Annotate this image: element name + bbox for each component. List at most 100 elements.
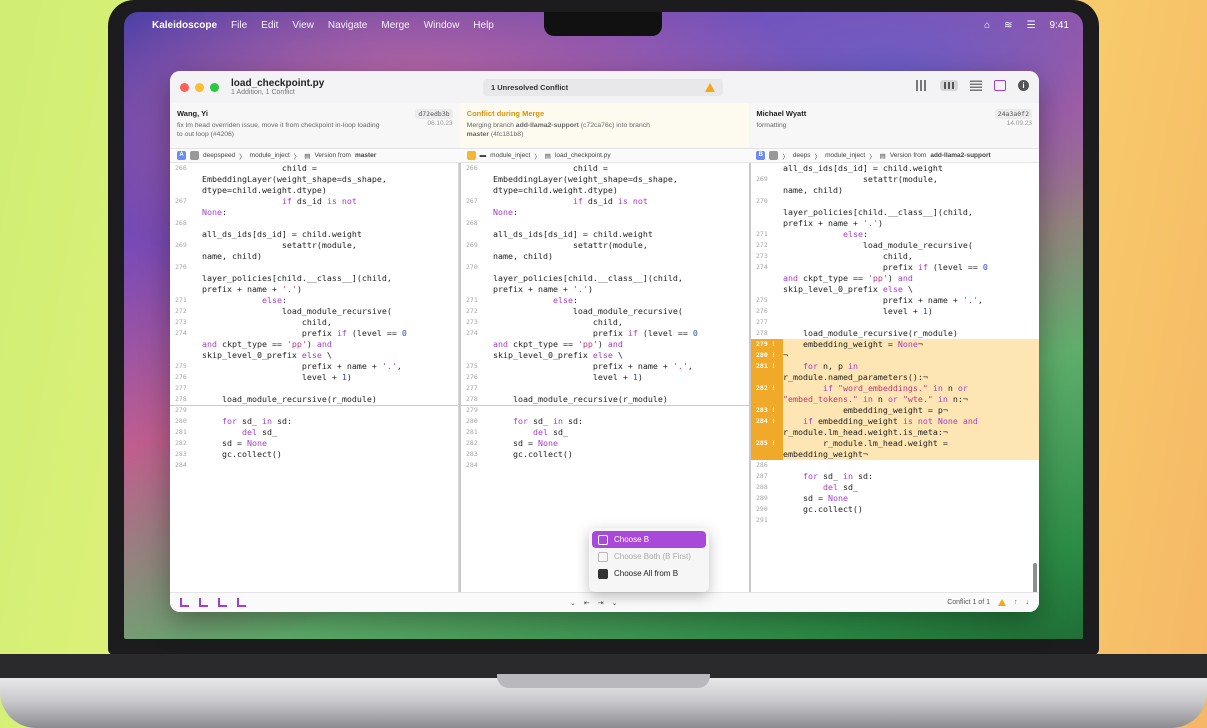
code-line[interactable]: prefix + name + '.') (751, 218, 1039, 229)
menu-merge[interactable]: Merge (381, 20, 409, 31)
code-line[interactable]: 283 ! embedding_weight = p¬ (751, 405, 1039, 416)
code-line[interactable]: 271 else: (461, 295, 749, 306)
cloud-status-icon[interactable]: ⌂ (984, 20, 990, 31)
previous-conflict-icon[interactable]: ↑ (1014, 599, 1018, 606)
code-line[interactable]: 282 ! if "word_embeddings." in n or (751, 383, 1039, 394)
code-line[interactable]: EmbeddingLayer(weight_shape=ds_shape, (461, 174, 749, 185)
code-line[interactable]: embedding_weight¬ (751, 449, 1039, 460)
choose-menu-chevron-icon[interactable]: ⌄ (612, 599, 618, 607)
close-button[interactable] (180, 82, 189, 92)
code-line[interactable]: "embed_tokens." in n or "wte." in n:¬ (751, 394, 1039, 405)
choose-both-item[interactable]: Choose Both (B First) (592, 548, 706, 565)
code-line[interactable]: 290 gc.collect() (751, 504, 1039, 515)
code-line[interactable]: 267 if ds_id is not (461, 196, 749, 207)
code-line[interactable]: 276 level + 1) (170, 372, 458, 383)
code-line[interactable]: name, child) (461, 251, 749, 262)
code-line[interactable]: 272 load_module_recursive( (170, 306, 458, 317)
code-line[interactable]: all_ds_ids[ds_id] = child.weight (751, 163, 1039, 174)
menu-window[interactable]: Window (424, 20, 460, 31)
code-line[interactable]: all_ds_ids[ds_id] = child.weight (170, 229, 458, 240)
code-line[interactable]: 284 (461, 460, 749, 471)
code-line[interactable]: 274 prefix if (level == 0 (170, 328, 458, 339)
left-code-pane[interactable]: 266 child = EmbeddingLayer(weight_shape=d… (170, 163, 459, 593)
code-line[interactable]: 279 (170, 405, 458, 416)
code-line[interactable]: 281 del sd_ (461, 427, 749, 438)
list-icon[interactable] (218, 598, 227, 607)
minimize-button[interactable] (195, 82, 204, 92)
choose-all-b-item[interactable]: Choose All from B (592, 565, 706, 582)
code-line[interactable]: 268 (461, 218, 749, 229)
filter-icon[interactable] (237, 598, 246, 607)
code-line[interactable]: 279 (461, 405, 749, 416)
wifi-icon[interactable]: ≋ (1004, 20, 1012, 31)
choose-b-icon[interactable]: ⇥ (598, 599, 604, 607)
code-line[interactable]: all_ds_ids[ds_id] = child.weight (461, 229, 749, 240)
code-line[interactable]: 285 ! r_module.lm_head.weight = (751, 438, 1039, 449)
left-hash[interactable]: d72edb3b (415, 109, 453, 119)
choose-b-item[interactable]: Choose B (592, 531, 706, 548)
right-code-pane[interactable]: all_ds_ids[ds_id] = child.weight 269 seta… (751, 163, 1039, 593)
code-line[interactable]: 277 (170, 383, 458, 394)
code-line[interactable]: prefix + name + '.') (461, 284, 749, 295)
code-line[interactable]: prefix + name + '.') (170, 284, 458, 295)
choose-a-icon[interactable]: ⇤ (584, 599, 590, 607)
code-line[interactable]: 283 gc.collect() (461, 449, 749, 460)
whitespace-icon[interactable] (199, 598, 208, 607)
code-line[interactable]: 284 (170, 460, 458, 471)
code-line[interactable]: r_module.named_parameters():¬ (751, 372, 1039, 383)
code-line[interactable]: 280 for sd_ in sd: (461, 416, 749, 427)
code-line[interactable]: 277 (751, 317, 1039, 328)
code-line[interactable]: 282 sd = None (461, 438, 749, 449)
code-line[interactable]: 287 for sd_ in sd: (751, 471, 1039, 482)
code-line[interactable]: 275 prefix + name + '.', (461, 361, 749, 372)
menu-file[interactable]: File (231, 20, 247, 31)
code-line[interactable]: 283 gc.collect() (170, 449, 458, 460)
code-line[interactable]: layer_policies[child.__class__](child, (170, 273, 458, 284)
code-line[interactable]: 284 ! if embedding_weight is not None an… (751, 416, 1039, 427)
menu-navigate[interactable]: Navigate (328, 20, 367, 31)
code-line[interactable]: 282 sd = None (170, 438, 458, 449)
menu-app-name[interactable]: Kaleidoscope (152, 20, 217, 31)
code-line[interactable]: 280 ! ¬ (751, 350, 1039, 361)
code-line[interactable]: None: (461, 207, 749, 218)
chevron-down-icon[interactable]: ⌄ (570, 599, 576, 607)
code-line[interactable]: name, child) (751, 185, 1039, 196)
code-line[interactable]: skip_level_0_prefix else \ (461, 350, 749, 361)
code-line[interactable]: 273 child, (751, 251, 1039, 262)
code-line[interactable]: 278 load_module_recursive(r_module) (751, 328, 1039, 339)
code-line[interactable]: 276 level + 1) (461, 372, 749, 383)
code-line[interactable]: 266 child = (461, 163, 749, 174)
code-line[interactable]: 291 (751, 515, 1039, 526)
code-line[interactable]: 276 level + 1) (751, 306, 1039, 317)
three-way-view-icon[interactable] (940, 80, 958, 91)
info-icon[interactable]: i (1018, 80, 1029, 91)
code-line[interactable]: 267 if ds_id is not (170, 196, 458, 207)
code-line[interactable]: and ckpt_type == 'pp') and (170, 339, 458, 350)
code-line[interactable]: 273 child, (461, 317, 749, 328)
zoom-button[interactable] (210, 82, 219, 92)
code-line[interactable]: 275 prefix + name + '.', (751, 295, 1039, 306)
code-line[interactable]: 271 else: (170, 295, 458, 306)
code-line[interactable]: 289 sd = None (751, 493, 1039, 504)
code-line[interactable]: 272 load_module_recursive( (461, 306, 749, 317)
code-line[interactable]: 288 del sd_ (751, 482, 1039, 493)
code-line[interactable]: name, child) (170, 251, 458, 262)
code-line[interactable]: dtype=child.weight.dtype) (170, 185, 458, 196)
code-line[interactable]: 268 (170, 218, 458, 229)
code-line[interactable]: 277 (461, 383, 749, 394)
code-line[interactable]: 270 (751, 196, 1039, 207)
code-line[interactable]: EmbeddingLayer(weight_shape=ds_shape, (170, 174, 458, 185)
code-line[interactable]: 280 for sd_ in sd: (170, 416, 458, 427)
middle-path[interactable]: ▬ module_inject 〉 ▤ load_checkpoint.py (460, 149, 750, 162)
left-path[interactable]: A deepspeed 〉 module_inject 〉 ▤ Version fro… (170, 149, 460, 162)
code-line[interactable]: 278 load_module_recursive(r_module) (461, 394, 749, 405)
code-line[interactable]: 281 ! for n, p in (751, 361, 1039, 372)
code-line[interactable]: 281 del sd_ (170, 427, 458, 438)
code-line[interactable]: 269 setattr(module, (170, 240, 458, 251)
code-line[interactable]: None: (170, 207, 458, 218)
code-line[interactable]: layer_policies[child.__class__](child, (751, 207, 1039, 218)
merge-tool-icon[interactable] (180, 598, 189, 607)
code-line[interactable]: 279 ! embedding_weight = None¬ (751, 339, 1039, 350)
right-path[interactable]: B 〉 deeps 〉 module_inject 〉 ▤ Version from a… (749, 149, 1039, 162)
code-line[interactable]: 274 prefix if (level == 0 (461, 328, 749, 339)
